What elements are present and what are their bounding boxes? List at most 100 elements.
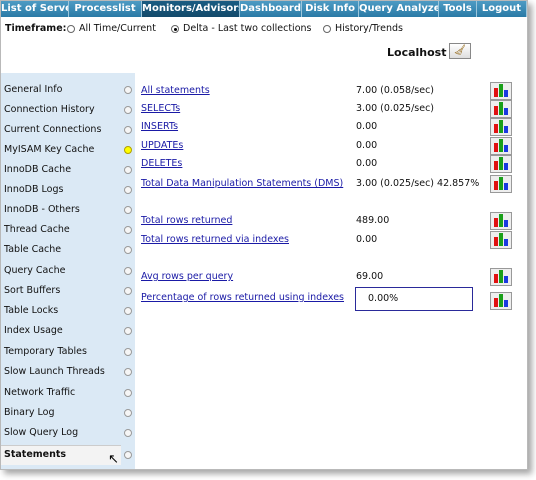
sidebar-item-index-usage[interactable]: Index Usage — [1, 321, 135, 341]
status-dot-icon — [124, 186, 132, 194]
stat-value: 3.00 (0.025/sec) 42.857% — [356, 178, 480, 189]
sidebar-item-label: Temporary Tables — [4, 346, 87, 357]
bar-chart-icon[interactable] — [490, 231, 512, 249]
timeframe-label: Timeframe: — [5, 23, 67, 34]
timeframe-option-delta[interactable]: Delta - Last two collections — [171, 23, 311, 34]
status-dot-icon — [124, 327, 132, 335]
bar-chart-icon[interactable] — [490, 175, 512, 193]
sidebar-item-current-connections[interactable]: Current Connections — [1, 120, 135, 140]
timeframe-option-all-time[interactable]: All Time/Current — [67, 23, 156, 34]
bar-chart-icon[interactable] — [490, 118, 512, 136]
sidebar-item-innodb-cache[interactable]: InnoDB Cache — [1, 160, 135, 180]
broom-icon: 🧹︎ — [453, 45, 467, 56]
sidebar-item-innodb-others[interactable]: InnoDB - Others — [1, 200, 135, 220]
timeframe-row: Timeframe: All Time/Current Delta - Last… — [1, 21, 527, 37]
sidebar-item-binary-log[interactable]: Binary Log — [1, 403, 135, 423]
stat-row-pct-rows-using-indexes: Percentage of rows returned using indexe… — [141, 287, 527, 311]
stat-value: 0.00 — [356, 140, 378, 151]
stat-row-rows-via-indexes: Total rows returned via indexes 0.00 — [141, 231, 527, 249]
sidebar-item-label: InnoDB - Others — [4, 204, 80, 215]
tab-disk-info[interactable]: Disk Info — [302, 1, 359, 17]
stat-row-deletes: DELETEs 0.00 — [141, 155, 527, 173]
tab-logout[interactable]: Logout — [477, 1, 527, 17]
bar-chart-icon[interactable] — [490, 292, 512, 310]
sidebar-item-label: InnoDB Cache — [4, 164, 72, 175]
sidebar-item-label: Table Cache — [4, 244, 62, 255]
stat-row-inserts: INSERTs 0.00 — [141, 118, 527, 136]
stat-row-updates: UPDATEs 0.00 — [141, 137, 527, 155]
status-dot-icon — [124, 348, 132, 356]
stat-value-box: 0.00% — [355, 287, 473, 311]
sidebar-item-label: Connection History — [4, 104, 95, 115]
bar-chart-icon[interactable] — [490, 212, 512, 230]
sidebar-item-general-info[interactable]: General Info — [1, 80, 135, 100]
stat-row-avg-rows-per-query: Avg rows per query 69.00 — [141, 268, 527, 286]
status-dot-icon — [124, 106, 132, 114]
stat-row-total-rows-returned: Total rows returned 489.00 — [141, 212, 527, 230]
sidebar-item-myisam-key-cache[interactable]: MyISAM Key Cache — [1, 140, 135, 160]
sidebar-item-connection-history[interactable]: Connection History — [1, 100, 135, 120]
sidebar-item-slow-query-log[interactable]: Slow Query Log — [1, 423, 135, 443]
stat-link[interactable]: Total Data Manipulation Statements (DMS) — [141, 178, 343, 189]
status-dot-icon — [124, 226, 132, 234]
stat-link[interactable]: Percentage of rows returned using indexe… — [141, 292, 344, 303]
stat-value: 489.00 — [356, 215, 390, 226]
stat-link[interactable]: All statements — [141, 85, 210, 96]
stat-link[interactable]: Total rows returned via indexes — [141, 234, 289, 245]
host-action-button[interactable]: 🧹︎ — [449, 43, 471, 59]
radio-icon[interactable] — [67, 24, 75, 33]
warning-dot-icon — [124, 146, 132, 154]
bar-chart-icon[interactable] — [490, 155, 512, 173]
sidebar: General Info Connection History Current … — [1, 73, 135, 469]
stat-link[interactable]: Total rows returned — [141, 215, 232, 226]
stat-link[interactable]: INSERTs — [141, 121, 178, 132]
sidebar-item-innodb-logs[interactable]: InnoDB Logs — [1, 180, 135, 200]
sidebar-item-network-traffic[interactable]: Network Traffic — [1, 383, 135, 403]
host-name: Localhost — [387, 46, 447, 59]
sidebar-item-table-locks[interactable]: Table Locks — [1, 301, 135, 321]
timeframe-option-label: All Time/Current — [79, 23, 156, 34]
status-dot-icon — [124, 307, 132, 315]
radio-selected-icon[interactable] — [171, 24, 179, 33]
top-nav: List of Servers Processlist Monitors/Adv… — [1, 1, 527, 17]
tab-monitors-advisors[interactable]: Monitors/Advisors — [142, 1, 240, 17]
status-dot-icon — [124, 409, 132, 417]
timeframe-option-label: History/Trends — [335, 23, 403, 34]
sidebar-item-table-cache[interactable]: Table Cache — [1, 240, 135, 260]
tab-query-analyzer[interactable]: Query Analyzer — [359, 1, 439, 17]
bar-chart-icon[interactable] — [490, 100, 512, 118]
tab-processlist[interactable]: Processlist — [69, 1, 142, 17]
status-dot-icon — [124, 287, 132, 295]
stat-link[interactable]: UPDATEs — [141, 140, 183, 151]
sidebar-item-query-cache[interactable]: Query Cache — [1, 261, 135, 281]
sidebar-item-label: Current Connections — [4, 124, 102, 135]
timeframe-option-label: Delta - Last two collections — [183, 23, 312, 34]
bar-chart-icon[interactable] — [490, 82, 512, 100]
status-dot-icon — [124, 86, 132, 94]
radio-icon[interactable] — [323, 24, 331, 33]
stat-link[interactable]: SELECTs — [141, 103, 180, 114]
status-dot-icon — [124, 429, 132, 437]
timeframe-option-history[interactable]: History/Trends — [323, 23, 403, 34]
app-window: List of Servers Processlist Monitors/Adv… — [0, 0, 528, 470]
tab-dashboard[interactable]: Dashboard — [240, 1, 302, 17]
bar-chart-icon[interactable] — [490, 137, 512, 155]
sidebar-item-label: Binary Log — [4, 407, 55, 418]
sidebar-item-slow-launch-threads[interactable]: Slow Launch Threads — [1, 362, 135, 382]
status-dot-icon — [124, 389, 132, 397]
stat-link[interactable]: DELETEs — [141, 158, 182, 169]
stat-value: 3.00 (0.025/sec) — [356, 103, 434, 114]
stat-link[interactable]: Avg rows per query — [141, 271, 233, 282]
sidebar-item-label: Statements — [4, 449, 67, 460]
stat-value: 0.00 — [356, 121, 378, 132]
sidebar-item-label: Query Cache — [4, 265, 66, 276]
tab-list-of-servers[interactable]: List of Servers — [1, 1, 69, 17]
sidebar-item-temporary-tables[interactable]: Temporary Tables — [1, 342, 135, 362]
sidebar-item-sort-buffers[interactable]: Sort Buffers — [1, 281, 135, 301]
sidebar-item-label: Slow Launch Threads — [4, 366, 105, 377]
bar-chart-icon[interactable] — [490, 268, 512, 286]
tab-tools[interactable]: Tools — [439, 1, 477, 17]
stat-value: 7.00 (0.058/sec) — [356, 85, 434, 96]
sidebar-item-thread-cache[interactable]: Thread Cache — [1, 220, 135, 240]
sidebar-item-label: InnoDB Logs — [4, 184, 64, 195]
